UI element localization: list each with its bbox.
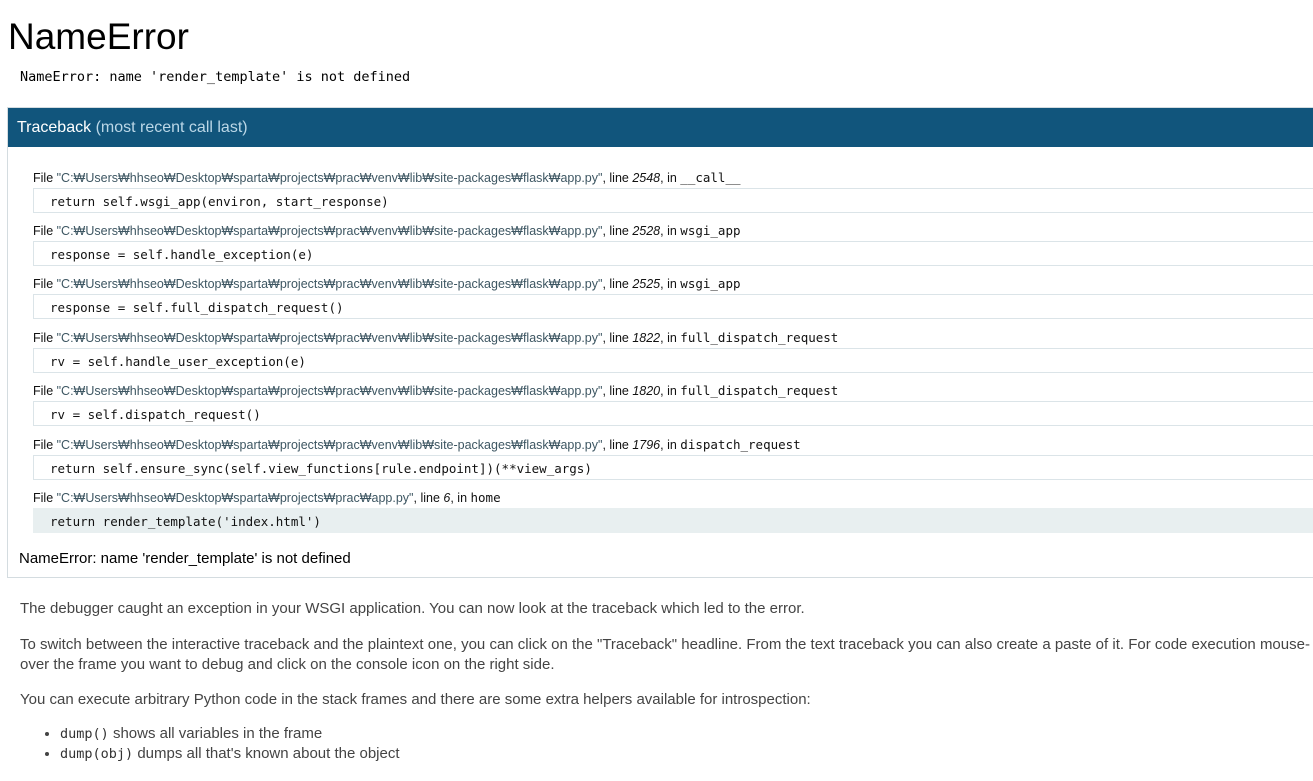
frame-file-label: File [33, 224, 57, 238]
frame-code[interactable]: rv = self.dispatch_request() [33, 401, 1313, 426]
frame-code[interactable]: return self.wsgi_app(environ, start_resp… [33, 188, 1313, 213]
traceback-frame[interactable]: File "C:₩Users₩hhseo₩Desktop₩sparta₩proj… [33, 274, 1313, 319]
traceback-frame[interactable]: File "C:₩Users₩hhseo₩Desktop₩sparta₩proj… [33, 168, 1313, 213]
frame-file-line: File "C:₩Users₩hhseo₩Desktop₩sparta₩proj… [33, 274, 1313, 294]
frame-code[interactable]: rv = self.handle_user_exception(e) [33, 348, 1313, 373]
frame-lineno: 2548 [632, 171, 661, 185]
frame-function: full_dispatch_request [680, 383, 839, 398]
frame-lineno: 1820 [632, 384, 661, 398]
frame-lineno: 2525 [632, 277, 661, 291]
list-item: dump(obj) dumps all that's known about t… [60, 744, 400, 764]
traceback-frame-current[interactable]: File "C:₩Users₩hhseo₩Desktop₩sparta₩proj… [33, 488, 1313, 533]
helper-text: dumps all that's known about the object [133, 745, 400, 762]
traceback-headline[interactable]: Traceback (most recent call last) [8, 108, 1313, 147]
frame-in-label: , in [660, 438, 681, 452]
frame-code[interactable]: return render_template('index.html') [33, 508, 1313, 533]
page-title: NameError [8, 16, 189, 57]
frame-function: __call__ [680, 170, 741, 185]
frame-function: wsgi_app [680, 276, 741, 291]
frame-function: home [470, 490, 501, 505]
frame-code[interactable]: response = self.full_dispatch_request() [33, 294, 1313, 319]
frame-line-label: , line [602, 224, 633, 238]
frame-file-label: File [33, 438, 57, 452]
frame-path: "C:₩Users₩hhseo₩Desktop₩sparta₩projects₩… [56, 277, 603, 291]
frame-in-label: , in [660, 224, 681, 238]
helpers-list: dump() shows all variables in the frame … [20, 724, 400, 764]
frame-file-label: File [33, 491, 57, 505]
traceback-frame[interactable]: File "C:₩Users₩hhseo₩Desktop₩sparta₩proj… [33, 381, 1313, 426]
frame-file-label: File [33, 277, 57, 291]
frame-file-line: File "C:₩Users₩hhseo₩Desktop₩sparta₩proj… [33, 488, 1313, 508]
helper-code: dump() [60, 726, 109, 742]
frame-path: "C:₩Users₩hhseo₩Desktop₩sparta₩projects₩… [56, 438, 603, 452]
frame-line-label: , line [602, 331, 633, 345]
traceback-frame[interactable]: File "C:₩Users₩hhseo₩Desktop₩sparta₩proj… [33, 221, 1313, 266]
traceback-heading-sub: (most recent call last) [95, 119, 248, 136]
frame-in-label: , in [660, 384, 681, 398]
frame-file-label: File [33, 171, 57, 185]
frame-in-label: , in [660, 331, 681, 345]
explanation-paragraph-2: To switch between the interactive traceb… [20, 636, 1310, 673]
frame-file-line: File "C:₩Users₩hhseo₩Desktop₩sparta₩proj… [33, 168, 1313, 188]
frame-in-label: , in [660, 277, 681, 291]
error-message: NameError: name 'render_template' is not… [20, 69, 411, 85]
frame-file-line: File "C:₩Users₩hhseo₩Desktop₩sparta₩proj… [33, 435, 1313, 455]
frame-code[interactable]: response = self.handle_exception(e) [33, 241, 1313, 266]
frame-code[interactable]: return self.ensure_sync(self.view_functi… [33, 455, 1313, 480]
frame-file-line: File "C:₩Users₩hhseo₩Desktop₩sparta₩proj… [33, 221, 1313, 241]
frame-path: "C:₩Users₩hhseo₩Desktop₩sparta₩projects₩… [56, 171, 603, 185]
frame-line-label: , line [602, 171, 633, 185]
frame-lineno: 2528 [632, 224, 661, 238]
frame-line-label: , line [602, 438, 633, 452]
list-item: dump() shows all variables in the frame [60, 724, 400, 744]
frame-line-label: , line [602, 277, 633, 291]
frame-file-label: File [33, 384, 57, 398]
helper-code: dump(obj) [60, 746, 134, 762]
frame-in-label: , in [450, 491, 471, 505]
frame-path: "C:₩Users₩hhseo₩Desktop₩sparta₩projects₩… [56, 331, 603, 345]
frame-file-line: File "C:₩Users₩hhseo₩Desktop₩sparta₩proj… [33, 381, 1313, 401]
frame-function: dispatch_request [680, 437, 801, 452]
frame-path: "C:₩Users₩hhseo₩Desktop₩sparta₩projects₩… [56, 384, 603, 398]
explanation-paragraph-3: You can execute arbitrary Python code in… [20, 691, 811, 708]
frame-path: "C:₩Users₩hhseo₩Desktop₩sparta₩projects₩… [56, 491, 414, 505]
frame-line-label: , line [413, 491, 444, 505]
frame-line-label: , line [602, 384, 633, 398]
traceback-frame[interactable]: File "C:₩Users₩hhseo₩Desktop₩sparta₩proj… [33, 328, 1313, 373]
frame-function: wsgi_app [680, 223, 741, 238]
frame-lineno: 1796 [632, 438, 661, 452]
explanation-paragraph-1: The debugger caught an exception in your… [20, 600, 805, 617]
frame-file-label: File [33, 331, 57, 345]
frame-in-label: , in [660, 171, 681, 185]
helper-text: shows all variables in the frame [108, 725, 323, 742]
frame-file-line: File "C:₩Users₩hhseo₩Desktop₩sparta₩proj… [33, 328, 1313, 348]
final-error-message: NameError: name 'render_template' is not… [19, 550, 351, 567]
traceback-frame[interactable]: File "C:₩Users₩hhseo₩Desktop₩sparta₩proj… [33, 435, 1313, 480]
frame-function: full_dispatch_request [680, 330, 839, 345]
frame-lineno: 1822 [632, 331, 661, 345]
traceback-heading: Traceback [17, 119, 92, 136]
traceback-panel: Traceback (most recent call last) File "… [7, 107, 1313, 578]
frame-path: "C:₩Users₩hhseo₩Desktop₩sparta₩projects₩… [56, 224, 603, 238]
